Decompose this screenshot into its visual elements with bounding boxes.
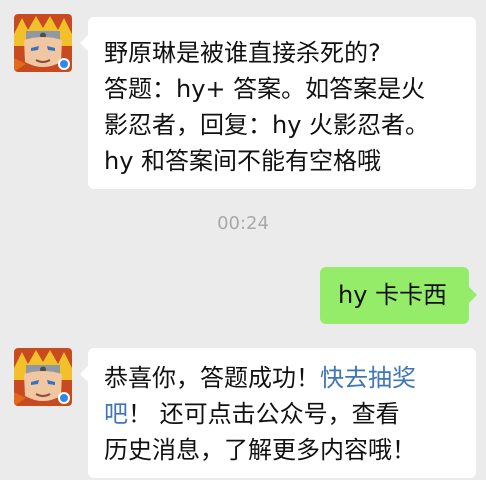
lottery-link[interactable]: 快去抽奖 — [320, 364, 416, 392]
account-avatar[interactable] — [14, 348, 72, 406]
message-line: 野原琳是被谁直接杀死的? — [104, 39, 381, 67]
outgoing-message-bubble[interactable]: hy 卡卡西 — [320, 267, 477, 324]
incoming-message-bubble[interactable]: 野原琳是被谁直接杀死的? 答题：hy+ 答案。如答案是火 影忍者，回复：hy 火… — [80, 17, 476, 189]
message-line: 恭喜你，答题成功！快去抽奖 — [104, 360, 466, 396]
naruto-game-avatar-icon — [14, 348, 72, 406]
message-line: 影忍者，回复：hy 火影忍者。 — [104, 111, 430, 139]
message-text: 恭喜你，答题成功！ — [104, 364, 320, 392]
message-line: 答题：hy+ 答案。如答案是火 — [104, 75, 426, 103]
message-line: hy 和答案间不能有空格哦 — [104, 147, 382, 175]
message-line: 吧！ 还可点击公众号，查看 — [104, 396, 466, 432]
lottery-link[interactable]: 吧 — [104, 400, 128, 428]
message-text: hy 卡卡西 — [338, 281, 448, 309]
message-line: 历史消息，了解更多内容哦！ — [104, 436, 416, 464]
account-avatar[interactable] — [14, 14, 72, 72]
message-timestamp: 00:24 — [217, 213, 269, 234]
message-text: ！ 还可点击公众号，查看 — [128, 400, 400, 428]
naruto-game-avatar-icon — [14, 14, 72, 72]
incoming-message-bubble[interactable]: 恭喜你，答题成功！快去抽奖 吧！ 还可点击公众号，查看 历史消息，了解更多内容哦… — [80, 348, 476, 478]
